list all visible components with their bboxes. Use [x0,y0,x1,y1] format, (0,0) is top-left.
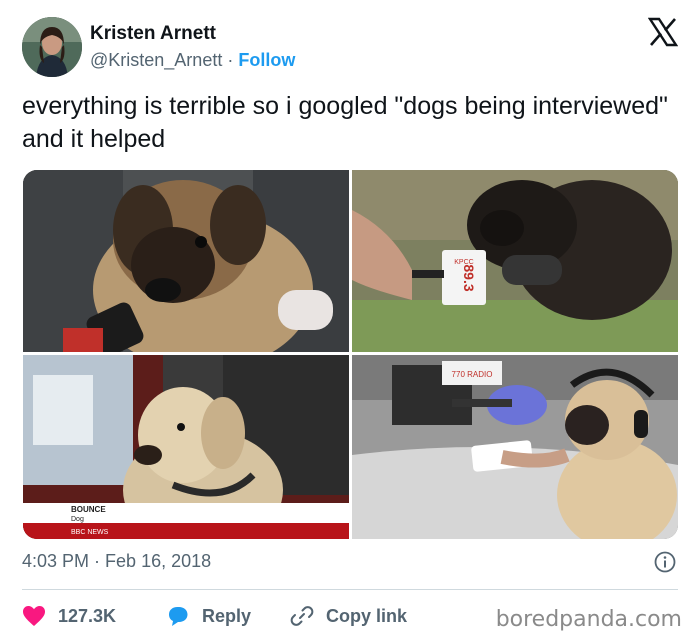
handle-line: @Kristen_Arnett · Follow [90,50,295,71]
avatar[interactable] [22,17,82,77]
info-icon[interactable] [654,551,676,573]
photo-puppy-with-radio-mic[interactable]: KPCC 89.3 [352,170,678,352]
caption-channel-text: BBC NEWS [71,529,109,536]
photo-puppy-with-microphone[interactable] [23,170,349,352]
link-icon [290,606,314,626]
like-button[interactable]: 127.3K [22,602,116,630]
reply-button[interactable]: Reply [166,602,251,630]
media-grid[interactable]: KPCC 89.3 BOUNCE Dog BBC NEWS 770 RADIO [23,170,678,539]
caption-name-text: BOUNCE [71,505,106,514]
caption-role-text: Dog [71,516,84,523]
user-handle[interactable]: @Kristen_Arnett [90,50,222,70]
timestamp[interactable]: 4:03 PM · Feb 16, 2018 [22,551,211,572]
photo-labrador-on-bbc[interactable]: BOUNCE Dog BBC NEWS [23,355,349,539]
action-bar: 127.3K Reply Copy link [22,602,492,630]
tweet-date: Feb 16, 2018 [105,551,212,571]
heart-icon [23,606,45,626]
divider [22,589,678,590]
like-count: 127.3K [58,605,117,626]
photo-pug-with-headphones[interactable]: 770 RADIO [352,355,678,539]
radio-sign-text: 770 RADIO [452,370,493,379]
source-watermark: boredpanda.com [495,607,682,632]
copy-link-button[interactable]: Copy link [290,602,407,630]
follow-button[interactable]: Follow [238,50,295,70]
tweet-time: 4:03 PM [22,551,90,571]
labrador-bbc-image: BOUNCE Dog BBC NEWS [23,355,349,539]
time-separator: · [89,551,106,571]
reply-label: Reply [202,605,252,626]
pug-headphones-image: 770 RADIO [352,355,678,539]
reply-bubble-icon [169,607,188,626]
x-logo-icon[interactable] [648,17,678,47]
tweet-text: everything is terrible so i googled "dog… [22,92,668,153]
puppy-microphone-image [23,170,349,352]
avatar-photo [22,17,82,77]
tweet-header: Kristen Arnett @Kristen_Arnett · Follow [22,17,678,79]
handle-separator: · [222,50,239,70]
display-name[interactable]: Kristen Arnett [90,23,216,45]
copy-link-label: Copy link [326,605,408,626]
puppy-radio-mic-image: KPCC 89.3 [352,170,678,352]
mic-flag-text: 89.3 [461,264,477,291]
